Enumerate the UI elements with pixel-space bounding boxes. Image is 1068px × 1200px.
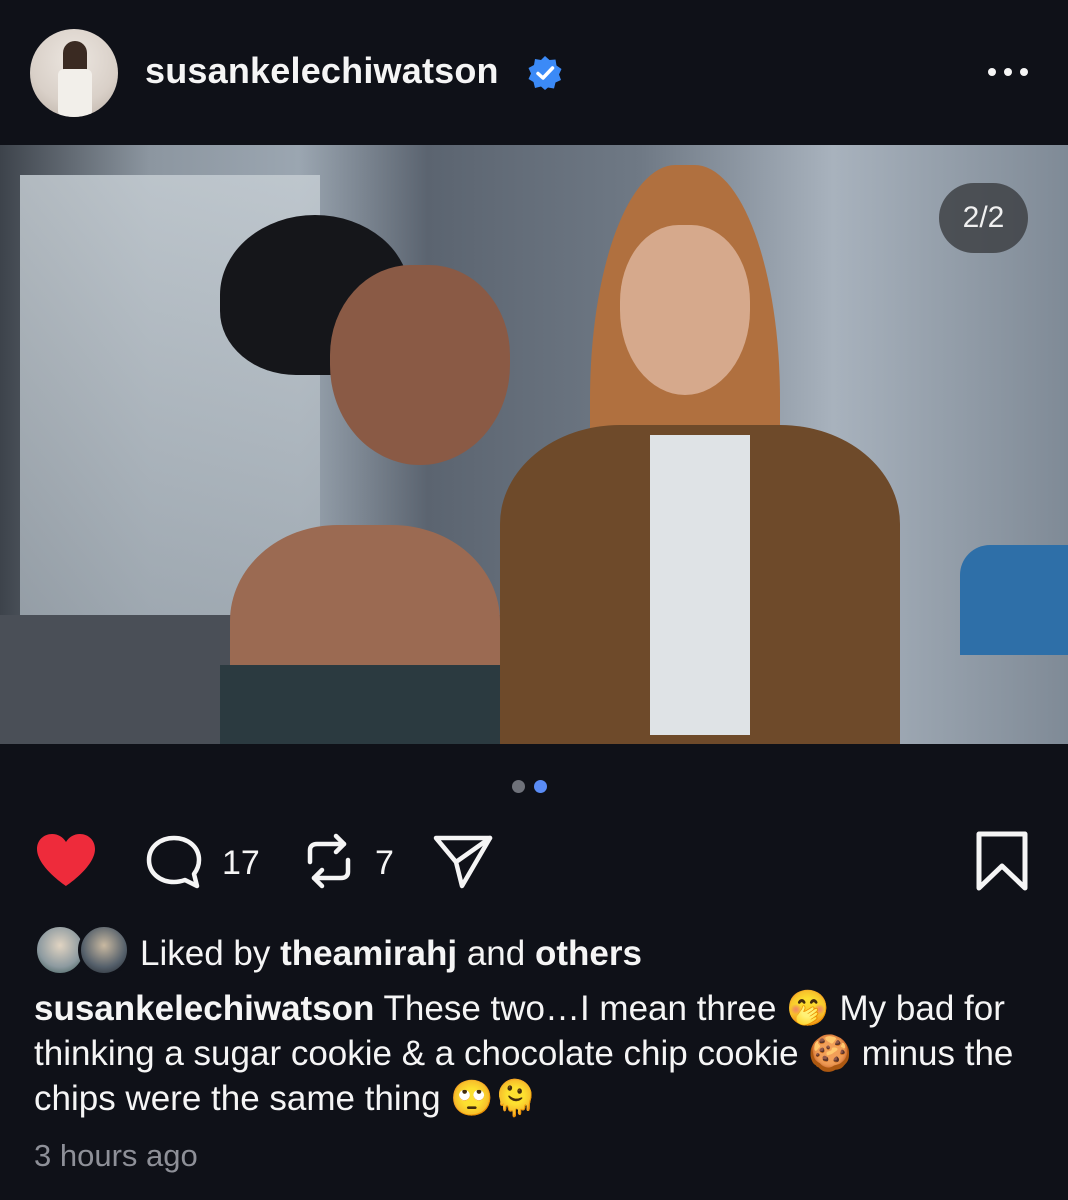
carousel-indicator [512,778,562,794]
likes-row[interactable]: Liked by theamirahj and others [34,924,1034,980]
action-bar: 17 7 [0,826,1068,896]
likes-others[interactable]: others [535,934,642,973]
photo-person-left-face [330,265,510,465]
image-counter-badge: 2/2 [939,183,1028,253]
bookmark-icon[interactable] [975,830,1029,892]
likes-and: and [466,934,526,973]
likes-prefix: Liked by [140,934,271,973]
post-header: susankelechiwatson [0,0,1068,145]
more-options-icon[interactable] [984,64,1032,80]
caption-username[interactable]: susankelechiwatson [34,989,374,1028]
likes-user[interactable]: theamirahj [280,934,457,973]
carousel-dot-active[interactable] [534,780,547,793]
repost-icon[interactable] [300,832,358,890]
post-timestamp: 3 hours ago [34,1138,198,1173]
carousel-dot[interactable] [512,780,525,793]
comment-icon[interactable] [145,834,203,890]
photo-person-right-face [620,225,750,395]
username[interactable]: susankelechiwatson [145,50,499,92]
caption: susankelechiwatson These two…I mean thre… [34,986,1034,1121]
post-image[interactable]: 2/2 [0,145,1068,744]
repost-count: 7 [375,844,394,882]
photo-person-left-top [220,665,500,744]
liker-avatar [78,924,130,976]
photo-person-right-shirt [650,435,750,735]
avatar-dress [58,69,92,117]
photo-bed [960,545,1068,655]
avatar[interactable] [30,29,118,117]
verified-badge-icon [528,56,562,90]
heart-icon[interactable] [35,832,97,888]
comment-count: 17 [222,844,260,882]
share-icon[interactable] [432,832,494,890]
likes-summary: Liked by theamirahj and others [140,934,642,974]
